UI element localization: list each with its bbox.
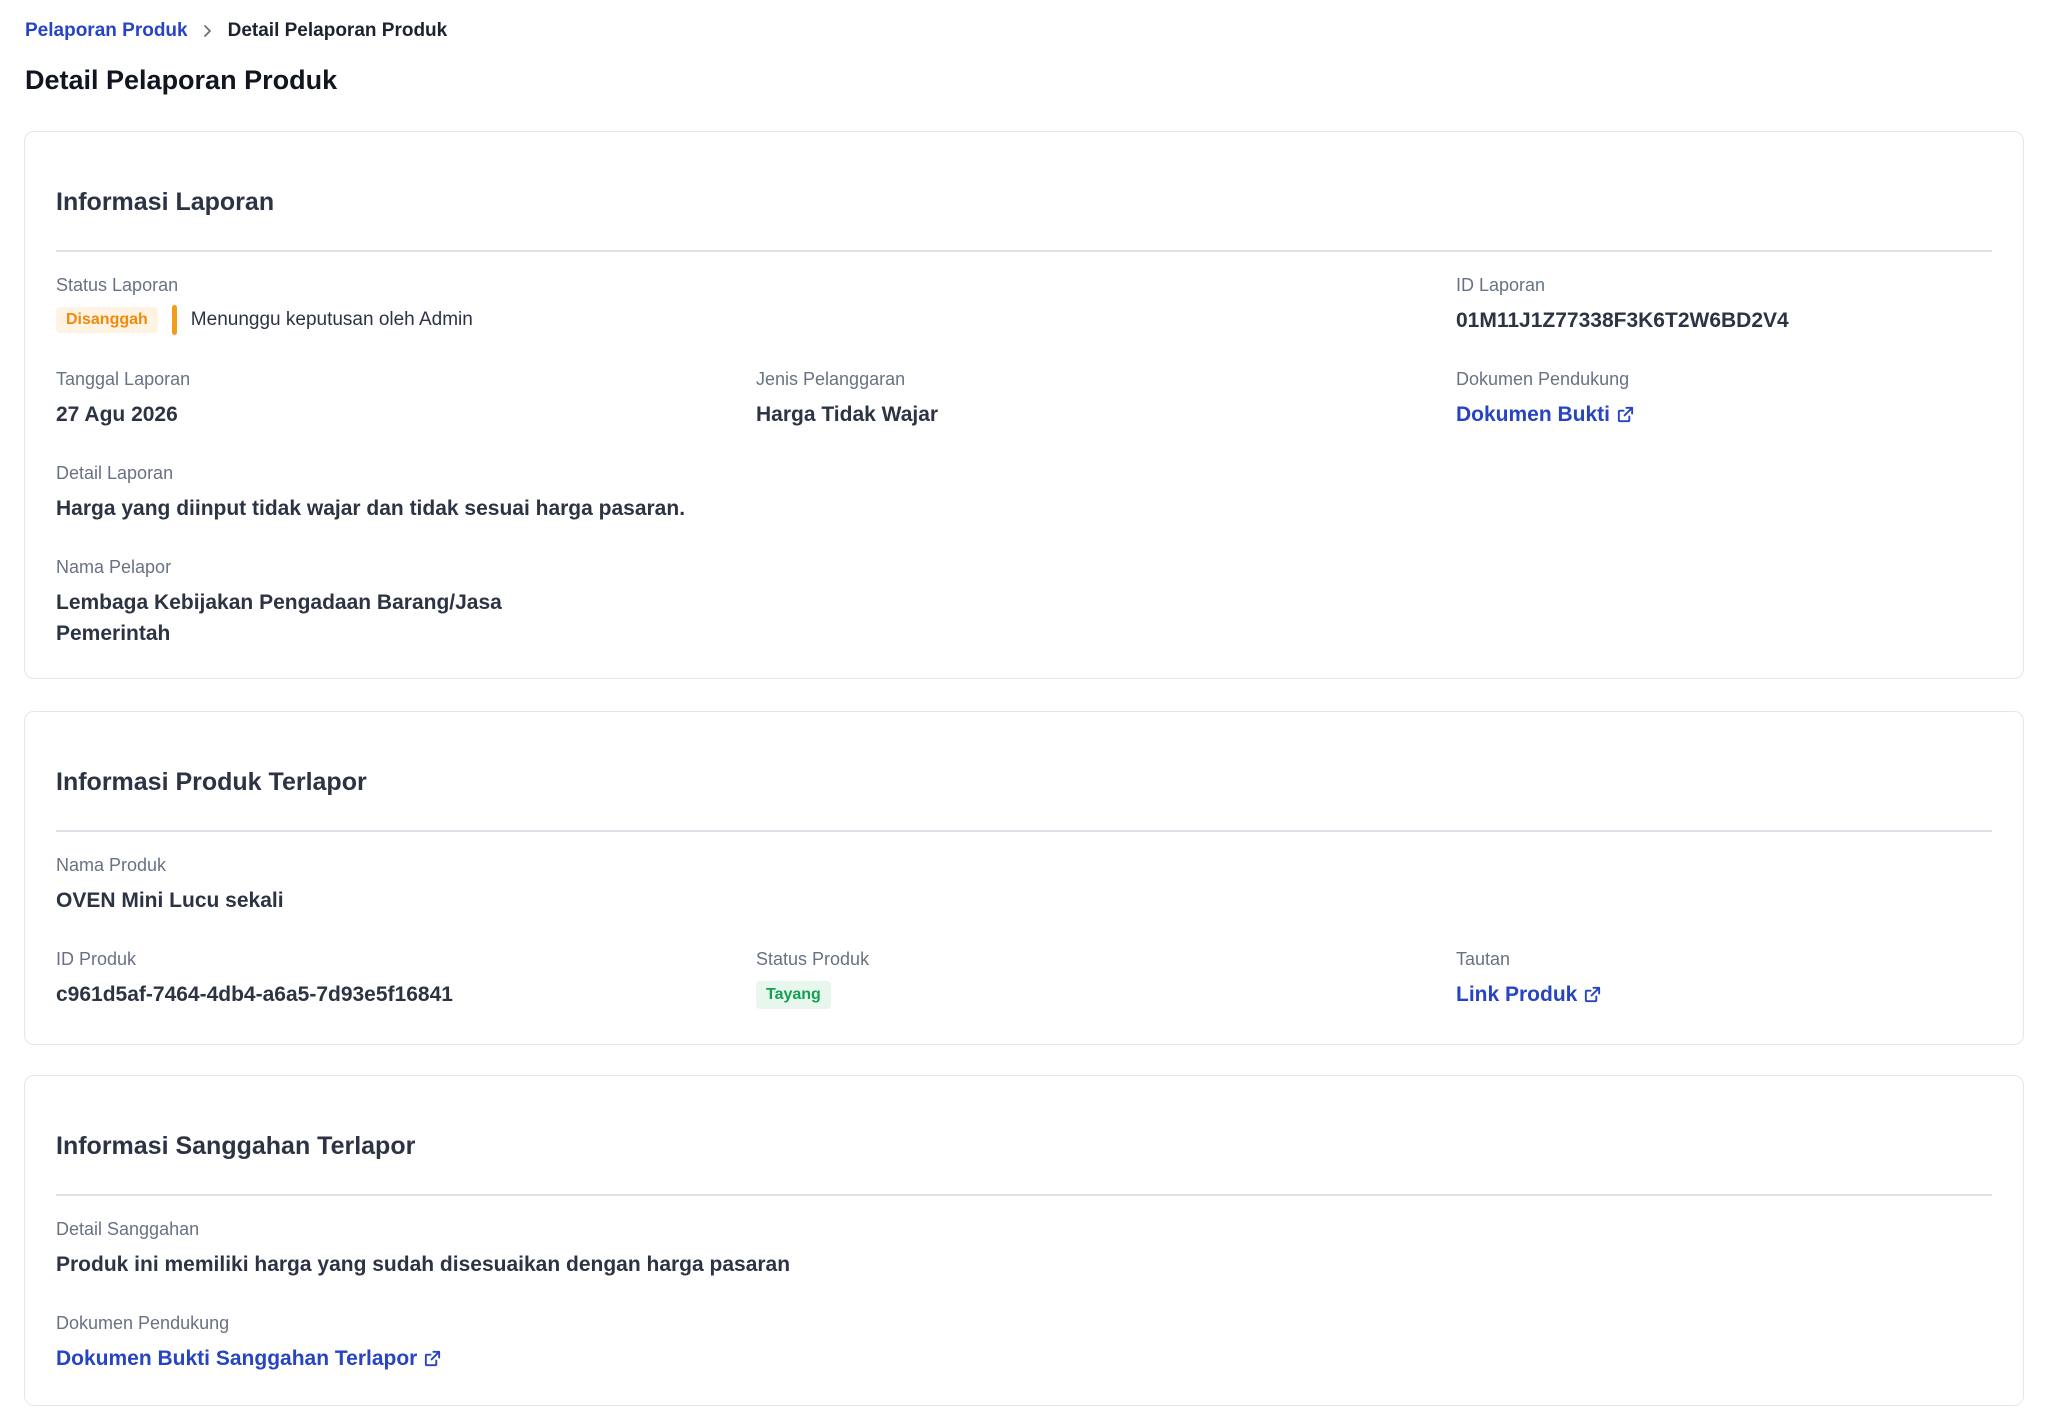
field-label: Status Produk (756, 949, 870, 969)
breadcrumb: Pelaporan Produk Detail Pelaporan Produk (25, 18, 447, 44)
card-title: Informasi Produk Terlapor (56, 768, 367, 796)
field-detail-sanggahan: Detail Sanggahan Produk ini memiliki har… (56, 1217, 790, 1280)
pelapor-line-1: Lembaga Kebijakan Pengadaan Barang/Jasa (56, 591, 502, 614)
field-label: Nama Produk (56, 855, 167, 875)
breadcrumb-link-pelaporan-produk[interactable]: Pelaporan Produk (25, 18, 188, 44)
card-informasi-sanggahan: Informasi Sanggahan Terlapor Detail Sang… (24, 1075, 2024, 1406)
field-nama-pelapor: Nama Pelapor Lembaga Kebijakan Pengadaan… (56, 555, 502, 649)
field-status-laporan: Status Laporan Disanggah Menunggu keputu… (56, 273, 473, 335)
dokumen-bukti-sanggahan-link[interactable]: Dokumen Bukti Sanggahan Terlapor (56, 1343, 442, 1374)
card-title: Informasi Sanggahan Terlapor (56, 1132, 416, 1160)
status-note: Menunggu keputusan oleh Admin (190, 309, 473, 330)
card-divider (56, 1194, 1992, 1196)
field-value: Lembaga Kebijakan Pengadaan Barang/Jasa … (56, 587, 502, 649)
field-dokumen-pendukung: Dokumen Pendukung Dokumen Bukti (1456, 367, 1635, 430)
field-jenis-pelanggaran: Jenis Pelanggaran Harga Tidak Wajar (756, 367, 938, 430)
link-label: Dokumen Bukti (1456, 403, 1611, 426)
status-row: Disanggah Menunggu keputusan oleh Admin (56, 305, 473, 335)
field-value: 27 Agu 2026 (56, 403, 178, 426)
field-dokumen-sanggahan: Dokumen Pendukung Dokumen Bukti Sanggaha… (56, 1311, 442, 1374)
status-badge: Tayang (756, 981, 831, 1009)
link-label: Link Produk (1456, 983, 1578, 1006)
page-title: Detail Pelaporan Produk (25, 65, 338, 95)
field-value: Produk ini memiliki harga yang sudah dis… (56, 1253, 791, 1276)
field-value: Harga Tidak Wajar (756, 403, 939, 426)
pelapor-line-2: Pemerintah (56, 622, 171, 645)
external-link-icon (1583, 985, 1602, 1004)
status-indicator-bar (171, 305, 177, 335)
field-nama-produk: Nama Produk OVEN Mini Lucu sekali (56, 853, 284, 916)
field-value: Harga yang diinput tidak wajar dan tidak… (56, 497, 686, 520)
card-informasi-produk: Informasi Produk Terlapor Nama Produk OV… (24, 711, 2024, 1045)
field-label: Dokumen Pendukung (56, 1313, 230, 1333)
card-title: Informasi Laporan (56, 188, 275, 216)
dokumen-bukti-link[interactable]: Dokumen Bukti (1456, 399, 1635, 430)
card-divider (56, 830, 1992, 832)
chevron-right-icon (202, 24, 214, 38)
field-tautan: Tautan Link Produk (1456, 947, 1602, 1010)
field-tanggal-laporan: Tanggal Laporan 27 Agu 2026 (56, 367, 190, 430)
field-label: Tanggal Laporan (56, 369, 191, 389)
card-informasi-laporan: Informasi Laporan Status Laporan Disangg… (24, 131, 2024, 679)
field-label: Nama Pelapor (56, 557, 172, 577)
field-label: Dokumen Pendukung (1456, 369, 1630, 389)
external-link-icon (1616, 405, 1635, 424)
field-value: c961d5af-7464-4db4-a6a5-7d93e5f16841 (56, 983, 453, 1006)
field-label: Status Laporan (56, 275, 179, 295)
field-id-produk: ID Produk c961d5af-7464-4db4-a6a5-7d93e5… (56, 947, 453, 1010)
field-value: 01M11J1Z77338F3K6T2W6BD2V4 (1456, 309, 1789, 332)
card-divider (56, 250, 1992, 252)
field-label: ID Laporan (1456, 275, 1546, 295)
field-label: Detail Sanggahan (56, 1219, 200, 1239)
field-label: Jenis Pelanggaran (756, 369, 906, 389)
field-label: Detail Laporan (56, 463, 174, 483)
link-produk-link[interactable]: Link Produk (1456, 979, 1602, 1010)
field-status-produk: Status Produk Tayang (756, 947, 869, 1009)
page: Pelaporan Produk Detail Pelaporan Produk… (0, 0, 2048, 1428)
field-label: Tautan (1456, 949, 1511, 969)
status-badge: Disanggah (56, 307, 158, 333)
field-value: OVEN Mini Lucu sekali (56, 889, 284, 912)
field-id-laporan: ID Laporan 01M11J1Z77338F3K6T2W6BD2V4 (1456, 273, 1789, 336)
external-link-icon (423, 1349, 442, 1368)
field-label: ID Produk (56, 949, 137, 969)
link-label: Dokumen Bukti Sanggahan Terlapor (56, 1347, 418, 1370)
breadcrumb-current: Detail Pelaporan Produk (227, 20, 448, 41)
field-detail-laporan: Detail Laporan Harga yang diinput tidak … (56, 461, 685, 524)
